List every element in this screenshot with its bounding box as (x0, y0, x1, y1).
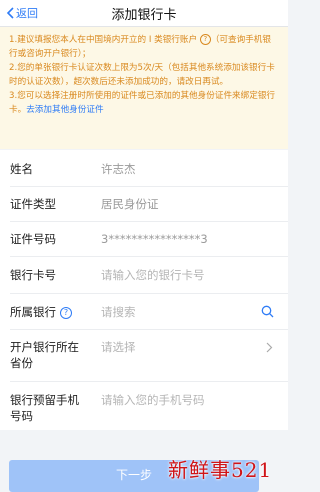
id-number-row: 证件号码 3****************3 (0, 222, 288, 257)
notice-line-2: 2.您的单张银行卡认证次数上限为5次/天（包括其他系统添加该银行卡时的认证次数）… (9, 63, 275, 87)
notice-box: 1.建议填报您本人在中国境内开立的 I 类银行账户 ? （可查询手机银行或咨询开户… (0, 27, 288, 149)
search-icon[interactable] (261, 305, 274, 318)
help-circle-icon[interactable]: ? (199, 34, 211, 45)
bank-row[interactable]: 所属银行? 请搜索 (0, 294, 288, 330)
page-title: 添加银行卡 (111, 8, 177, 23)
help-circle-icon[interactable]: ? (60, 306, 72, 319)
navbar: 返回 添加银行卡 (0, 0, 288, 27)
id-type-label: 证件类型 (10, 197, 56, 211)
name-row: 姓名 许志杰 (0, 150, 288, 187)
bank-label: 所属银行? (10, 304, 72, 321)
phone-label-line-1: 银行预留手机 (10, 393, 79, 407)
card-number-label: 银行卡号 (10, 268, 56, 282)
add-other-id-link[interactable]: 去添加其他身份证件 (26, 105, 103, 115)
phone-input[interactable]: 请输入您的手机号码 (101, 392, 205, 409)
notice-line-3: 3.您可以选择注册时所使用的证件或已添加的其他身份证件来绑定银行卡。去添加其他身… (9, 91, 276, 115)
notice-line-1: 1.建议填报您本人在中国境内开立的 I 类银行账户 ? （可查询手机银行或咨询开户… (9, 34, 271, 59)
card-number-row[interactable]: 银行卡号 请输入您的银行卡号 (0, 257, 288, 294)
phone-label-line-2: 号码 (10, 409, 33, 423)
id-type-value: 居民身份证 (101, 197, 159, 211)
province-select[interactable]: 请选择 (101, 339, 136, 356)
phone-row[interactable]: 银行预留手机 号码 请输入您的手机号码 (0, 382, 288, 430)
bank-search-input[interactable]: 请搜索 (101, 304, 136, 321)
province-label-line-1: 开户银行所在 (10, 340, 79, 354)
id-type-row: 证件类型 居民身份证 (0, 187, 288, 222)
name-value: 许志杰 (101, 162, 136, 176)
name-label: 姓名 (10, 162, 33, 176)
province-row[interactable]: 开户银行所在 省份 请选择 (0, 330, 288, 382)
bank-card-form: 姓名 许志杰 证件类型 居民身份证 证件号码 3****************… (0, 150, 288, 430)
card-number-input[interactable]: 请输入您的银行卡号 (101, 267, 205, 284)
id-number-value: 3****************3 (101, 232, 208, 246)
province-label-line-2: 省份 (10, 356, 33, 370)
chevron-right-icon (266, 342, 273, 353)
id-number-label: 证件号码 (10, 232, 56, 246)
watermark: 新鲜事521 (168, 458, 273, 482)
